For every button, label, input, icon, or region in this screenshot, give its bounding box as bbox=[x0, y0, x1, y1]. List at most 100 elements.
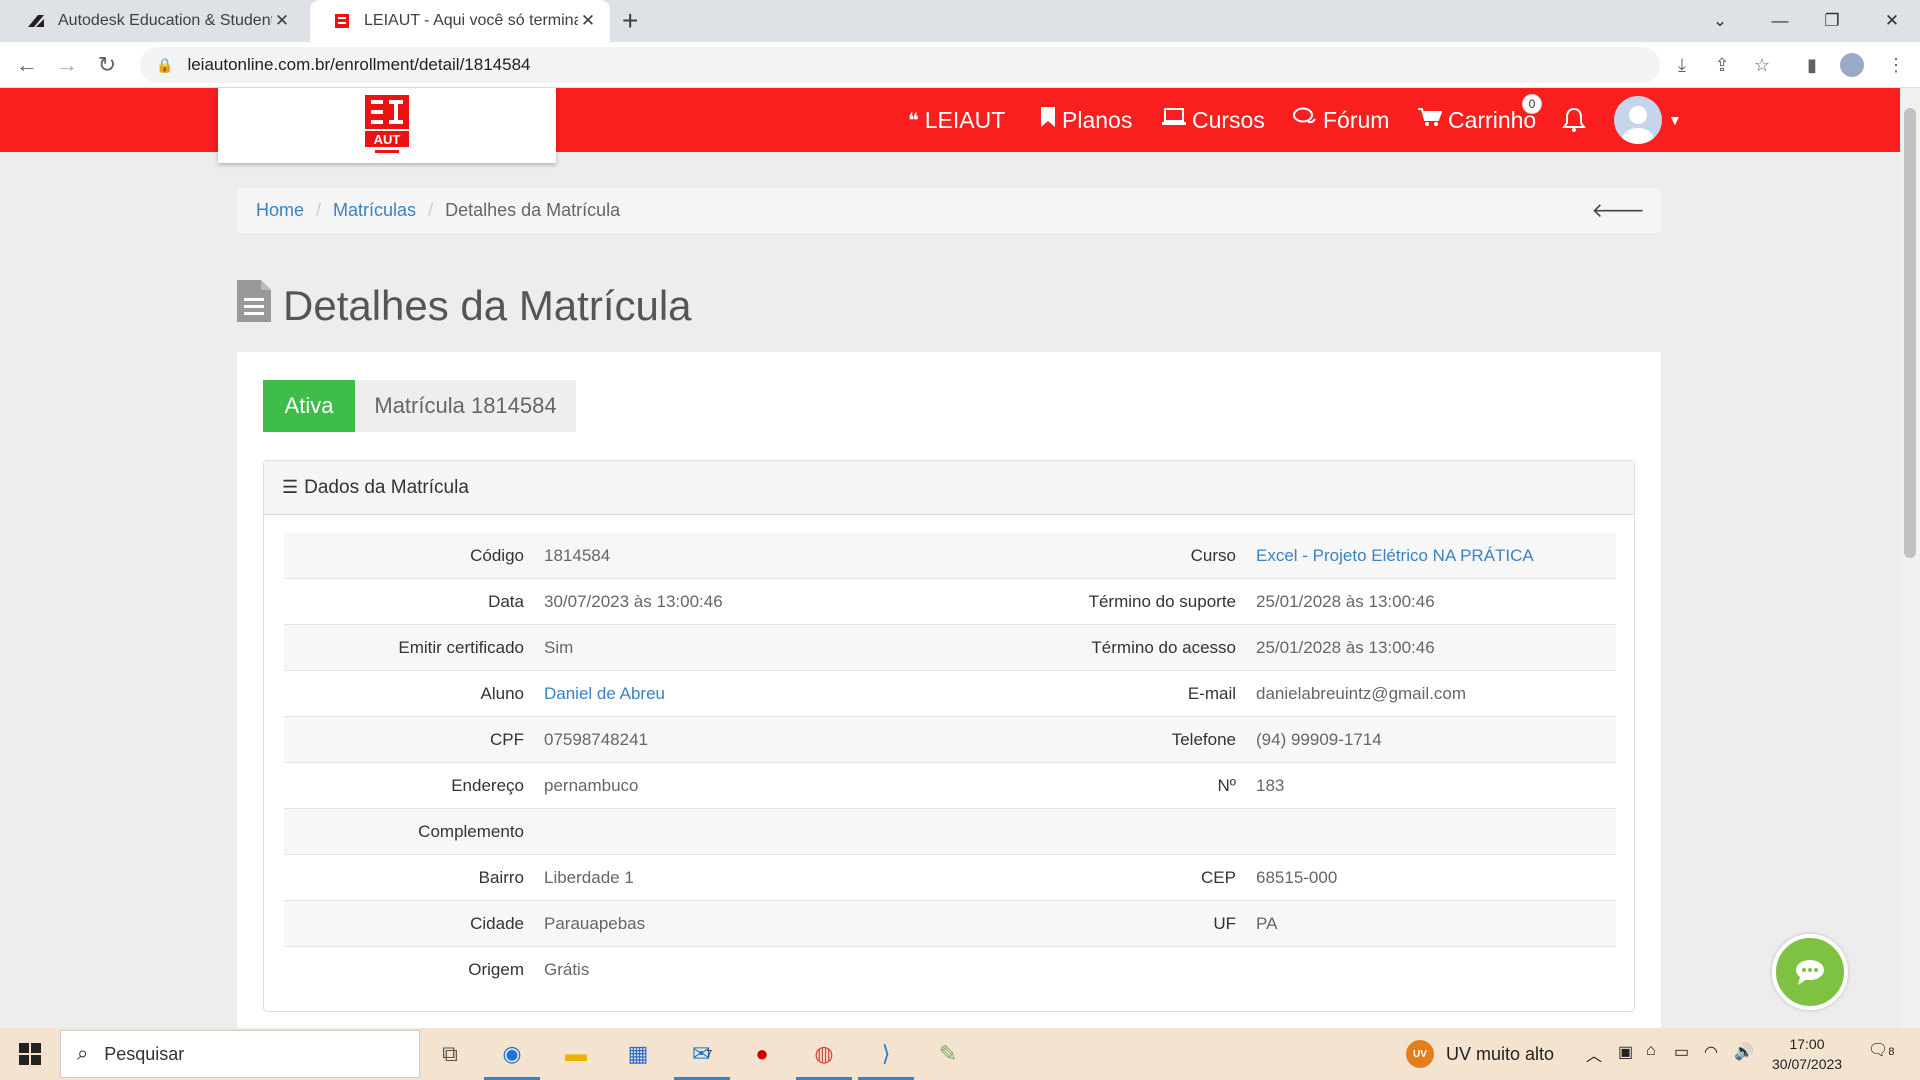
install-icon[interactable]: ⤓ bbox=[1670, 53, 1694, 77]
wifi-icon[interactable]: ◠ bbox=[1704, 1042, 1718, 1062]
restore-button[interactable]: ❐ bbox=[1802, 0, 1862, 42]
close-window-button[interactable]: ✕ bbox=[1862, 0, 1920, 42]
windows-taskbar: ⌕ Pesquisar ⧉ ◉ ▬ ▦ ✉ 7 ● ◍ ⟩ ✎ UV UV mui… bbox=[0, 1028, 1920, 1080]
endereco-value: pernambuco bbox=[544, 775, 639, 795]
task-view-icon[interactable]: ⧉ bbox=[430, 1034, 470, 1074]
breadcrumb-matriculas[interactable]: Matrículas bbox=[333, 200, 416, 221]
notifications-bell-icon[interactable] bbox=[1562, 88, 1586, 152]
paint-icon[interactable]: ✎ bbox=[928, 1034, 968, 1074]
network-icon[interactable]: ⌂ bbox=[1646, 1042, 1656, 1060]
browser-tabstrip: Autodesk Education & Student A ✕ LEIAUT … bbox=[0, 0, 1920, 42]
taskbar-search[interactable]: ⌕ Pesquisar bbox=[60, 1030, 420, 1078]
table-row: CPF 07598748241 Telefone (94) 99909-1714 bbox=[284, 717, 1616, 763]
battery-icon[interactable]: ▭ bbox=[1674, 1042, 1689, 1062]
page-scrollbar[interactable] bbox=[1900, 88, 1920, 1028]
origem-value: Grátis bbox=[544, 960, 590, 979]
document-icon bbox=[237, 280, 271, 332]
forward-icon[interactable]: → bbox=[52, 50, 82, 80]
user-avatar[interactable] bbox=[1614, 96, 1662, 144]
uv-icon: UV bbox=[1406, 1040, 1434, 1068]
share-icon[interactable]: ⇪ bbox=[1710, 53, 1734, 77]
back-icon[interactable]: ← bbox=[12, 50, 42, 80]
new-tab-button[interactable]: + bbox=[622, 6, 638, 36]
mail-icon[interactable]: ✉ 7 bbox=[674, 1034, 730, 1080]
enrollment-panel: Ativa Matrícula 1814584 ☰ Dados da Matrí… bbox=[237, 352, 1661, 1042]
tab-title: LEIAUT - Aqui você só termina q bbox=[364, 12, 578, 29]
cpf-value: 07598748241 bbox=[544, 729, 649, 749]
chat-bubble-icon bbox=[1796, 960, 1824, 985]
nav-leiaut-label: LEIAUT bbox=[924, 106, 1006, 133]
store-icon[interactable]: ▦ bbox=[618, 1034, 658, 1074]
notification-count: 8 bbox=[1888, 1046, 1895, 1058]
certificado-label: Emitir certificado bbox=[398, 637, 524, 657]
tab-search-icon[interactable]: ⌄ bbox=[1690, 0, 1750, 42]
table-row: Complemento bbox=[284, 809, 1616, 855]
nav-forum[interactable]: Fórum bbox=[1293, 88, 1389, 152]
address-bar[interactable]: 🔒 leiautonline.com.br/enrollment/detail/… bbox=[140, 47, 1660, 83]
chat-button[interactable] bbox=[1772, 934, 1848, 1010]
bookmark-star-icon[interactable]: ☆ bbox=[1750, 53, 1774, 77]
browser-tab-autodesk[interactable]: Autodesk Education & Student A ✕ bbox=[4, 0, 304, 42]
status-badge: Ativa bbox=[263, 380, 355, 432]
comments-icon bbox=[1293, 107, 1317, 133]
table-row: Código 1814584 Curso Excel - Projeto Elé… bbox=[284, 533, 1616, 579]
chrome-icon[interactable]: ◍ bbox=[796, 1034, 852, 1080]
minimize-button[interactable]: — bbox=[1750, 0, 1810, 42]
nav-carrinho[interactable]: Carrinho bbox=[1418, 88, 1536, 152]
numero-value: 183 bbox=[1256, 775, 1285, 795]
tray-chevron-icon[interactable]: ︿ bbox=[1586, 1042, 1602, 1066]
close-tab-icon[interactable]: ✕ bbox=[272, 11, 292, 31]
close-tab-icon[interactable]: ✕ bbox=[578, 11, 598, 31]
notifications-icon[interactable]: 🗨8 bbox=[1868, 1040, 1894, 1060]
clock-date: 30/07/2023 bbox=[1772, 1056, 1843, 1072]
menu-kebab-icon[interactable]: ⋮ bbox=[1884, 53, 1908, 77]
table-row: Data 30/07/2023 às 13:00:46 Término do s… bbox=[284, 579, 1616, 625]
numero-label: Nº bbox=[1217, 775, 1237, 795]
breadcrumb-separator: / bbox=[428, 200, 434, 220]
details-table: Código 1814584 Curso Excel - Projeto Elé… bbox=[284, 533, 1616, 993]
nav-cursos[interactable]: Cursos bbox=[1162, 88, 1265, 152]
suporte-label: Término do suporte bbox=[1088, 591, 1236, 611]
reload-icon[interactable]: ↻ bbox=[92, 50, 122, 80]
volume-icon[interactable]: 🔊 bbox=[1734, 1042, 1754, 1062]
vscode-icon[interactable]: ⟩ bbox=[858, 1034, 914, 1080]
taskbar-search-placeholder: Pesquisar bbox=[104, 1043, 185, 1064]
site-logo[interactable]: AUT bbox=[218, 88, 556, 163]
game-app-icon[interactable]: ● bbox=[742, 1034, 782, 1074]
data-label: Data bbox=[488, 591, 524, 611]
autodesk-icon bbox=[26, 11, 46, 31]
leiaut-favicon-icon bbox=[332, 11, 352, 31]
curso-link[interactable]: Excel - Projeto Elétrico NA PRÁTICA bbox=[1236, 546, 1534, 566]
bairro-label: Bairro bbox=[478, 867, 524, 887]
nav-planos[interactable]: Planos bbox=[1040, 88, 1132, 152]
scrollbar-thumb[interactable] bbox=[1904, 108, 1916, 558]
windows-start-button[interactable] bbox=[0, 1028, 60, 1080]
lock-icon: 🔒 bbox=[156, 56, 174, 73]
mail-badge: 7 bbox=[706, 1048, 712, 1060]
edge-icon[interactable]: ◉ bbox=[484, 1034, 540, 1080]
back-arrow-icon[interactable]: 🡐 bbox=[1591, 198, 1645, 223]
table-row: Origem Grátis bbox=[284, 947, 1616, 993]
list-icon: ☰ bbox=[282, 477, 299, 497]
breadcrumb-home[interactable]: Home bbox=[256, 200, 304, 221]
user-menu-caret-icon[interactable]: ▼ bbox=[1668, 88, 1682, 152]
side-panel-icon[interactable]: ▮ bbox=[1800, 53, 1824, 77]
system-clock[interactable]: 17:00 30/07/2023 bbox=[1772, 1034, 1842, 1074]
table-row: Emitir certificado Sim Término do acesso… bbox=[284, 625, 1616, 671]
profile-avatar-icon[interactable] bbox=[1840, 53, 1864, 77]
codigo-value: 1814584 bbox=[544, 545, 611, 565]
cart-count-badge: 0 bbox=[1522, 94, 1542, 114]
clock-time: 17:00 bbox=[1789, 1036, 1825, 1052]
file-explorer-icon[interactable]: ▬ bbox=[556, 1034, 596, 1074]
browser-tab-leiaut[interactable]: LEIAUT - Aqui você só termina q ✕ bbox=[310, 0, 610, 42]
aluno-link[interactable]: Daniel de Abreu bbox=[524, 684, 944, 704]
certificado-value: Sim bbox=[544, 637, 574, 657]
svg-text:AUT: AUT bbox=[374, 132, 401, 147]
suporte-value: 25/01/2028 às 13:00:46 bbox=[1256, 591, 1435, 611]
laptop-icon bbox=[1162, 108, 1186, 132]
tray-app-icon[interactable]: ▣ bbox=[1618, 1042, 1633, 1062]
nav-leiaut[interactable]: ❝ LEIAUT bbox=[908, 88, 1005, 152]
tab-title: Autodesk Education & Student A bbox=[58, 12, 272, 29]
table-row: Cidade Parauapebas UF PA bbox=[284, 901, 1616, 947]
weather-widget[interactable]: UV UV muito alto bbox=[1406, 1028, 1554, 1080]
